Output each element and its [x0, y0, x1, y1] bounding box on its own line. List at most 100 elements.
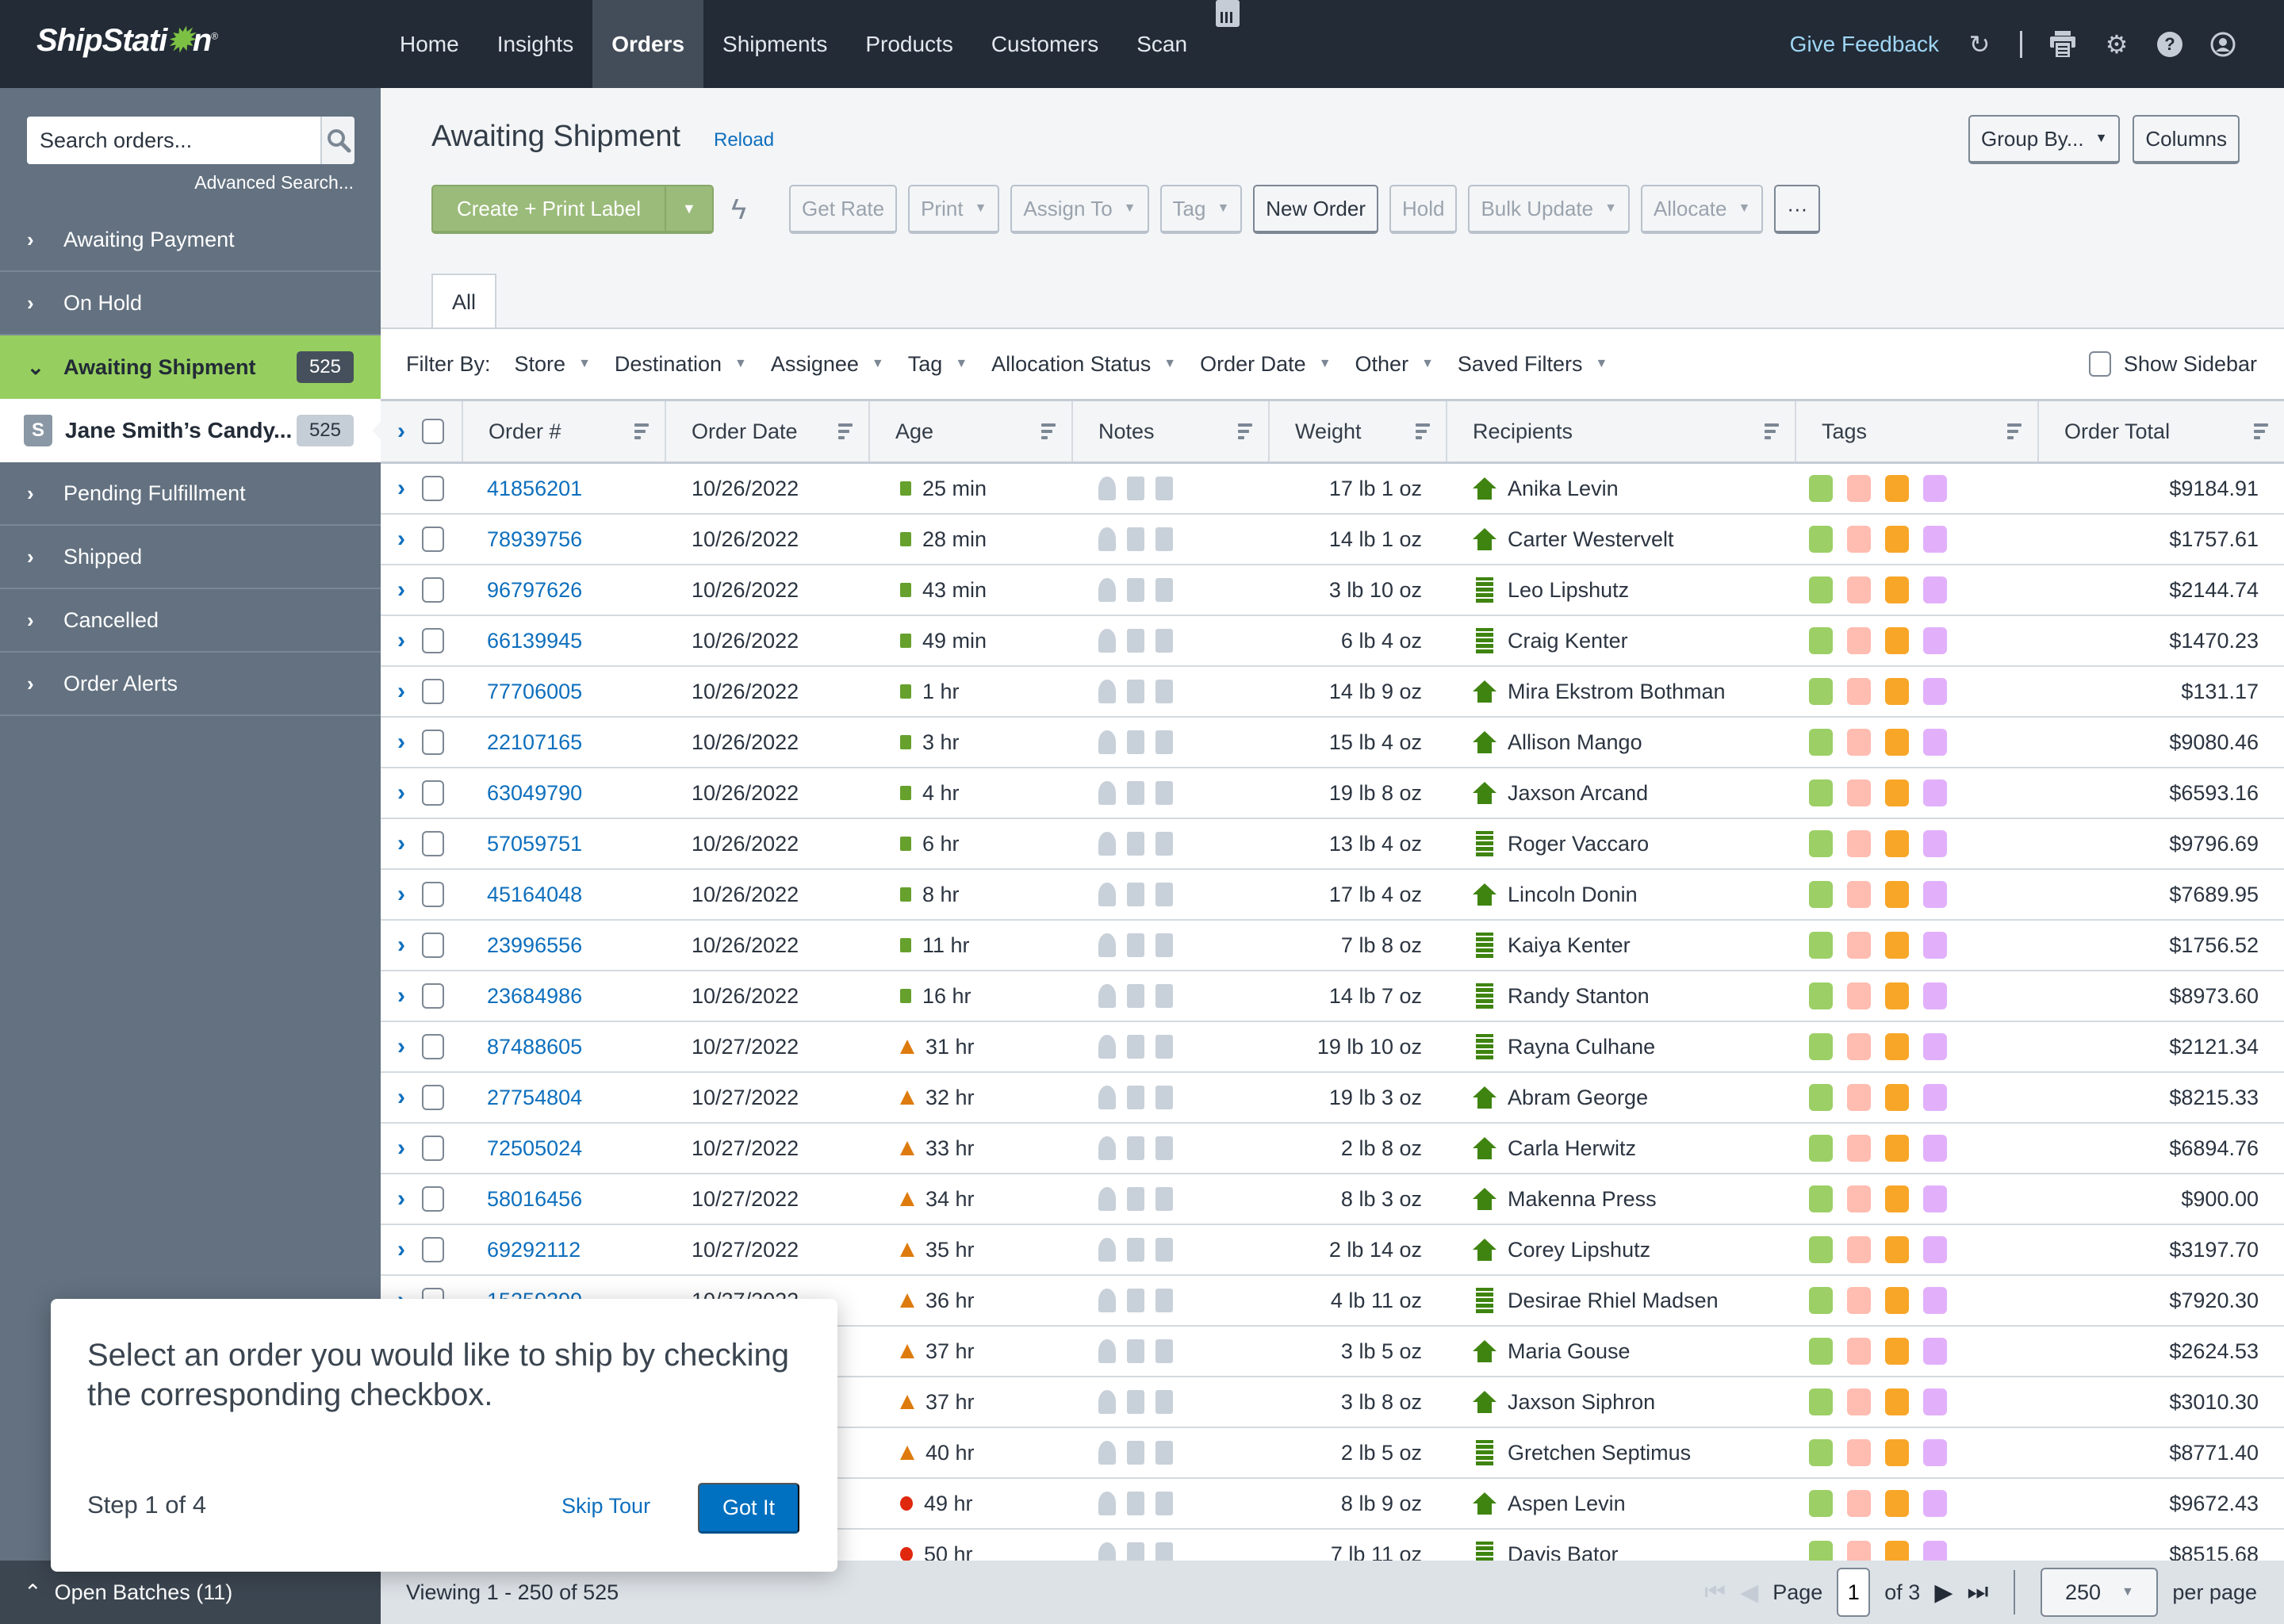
nav-products[interactable]: Products [846, 0, 972, 88]
tag-chip[interactable] [1923, 1135, 1947, 1162]
row-checkbox[interactable] [422, 730, 444, 755]
table-row[interactable]: › 87488605 10/27/2022 31 hr 19 lb 10 oz Rayna… [381, 1022, 2284, 1073]
tag-chip[interactable] [1885, 729, 1909, 756]
tag-chip[interactable] [1809, 779, 1833, 806]
nav-insights[interactable]: Insights [478, 0, 593, 88]
gift-note-icon[interactable] [1155, 680, 1173, 703]
tag-chip[interactable] [1809, 475, 1833, 502]
order-number-link[interactable]: 23684986 [463, 984, 666, 1009]
filter-saved-filters[interactable]: Saved Filters ▼ [1458, 352, 1608, 377]
tag-chip[interactable] [1923, 830, 1947, 857]
sidebar-item-shipped[interactable]: › Shipped [0, 526, 381, 589]
show-sidebar-toggle[interactable]: Show Sidebar [2088, 351, 2257, 377]
tag-chip[interactable] [1885, 779, 1909, 806]
filter-order-date[interactable]: Order Date ▼ [1200, 352, 1331, 377]
user-icon[interactable] [2209, 31, 2236, 58]
tag-chip[interactable] [1847, 1185, 1871, 1212]
tag-chip[interactable] [1923, 881, 1947, 908]
expand-row-icon[interactable]: › [381, 627, 422, 654]
order-number-link[interactable]: 22107165 [463, 730, 666, 755]
internal-note-icon[interactable] [1127, 1238, 1144, 1262]
gift-note-icon[interactable] [1155, 527, 1173, 551]
filter-tag[interactable]: Tag ▼ [908, 352, 968, 377]
sidebar-item-cancelled[interactable]: › Cancelled [0, 589, 381, 653]
customer-note-icon[interactable] [1098, 578, 1116, 602]
customer-note-icon[interactable] [1098, 933, 1116, 957]
order-number-link[interactable]: 87488605 [463, 1035, 666, 1059]
last-page-icon[interactable]: ⏭ [1967, 1579, 1988, 1606]
tag-chip[interactable] [1885, 526, 1909, 553]
tag-chip[interactable] [1847, 576, 1871, 603]
sort-icon[interactable] [1238, 423, 1252, 439]
order-number-link[interactable]: 78939756 [463, 527, 666, 552]
gift-note-icon[interactable] [1155, 1187, 1173, 1211]
tag-chip[interactable] [1923, 1236, 1947, 1263]
tag-chip[interactable] [1923, 982, 1947, 1009]
next-page-icon[interactable]: ▶ [1934, 1579, 1953, 1607]
internal-note-icon[interactable] [1127, 1390, 1144, 1414]
expand-row-icon[interactable]: › [381, 1135, 422, 1162]
print-button[interactable]: Print ▼ [908, 185, 1000, 234]
internal-note-icon[interactable] [1127, 781, 1144, 805]
tag-chip[interactable] [1885, 1236, 1909, 1263]
row-checkbox[interactable] [422, 831, 444, 856]
tag-chip[interactable] [1847, 830, 1871, 857]
tag-chip[interactable] [1847, 1135, 1871, 1162]
customer-note-icon[interactable] [1098, 1187, 1116, 1211]
internal-note-icon[interactable] [1127, 477, 1144, 500]
tag-chip[interactable] [1885, 1287, 1909, 1314]
refresh-icon[interactable]: ↻ [1966, 30, 1993, 59]
order-number-link[interactable]: 96797626 [463, 578, 666, 603]
lightning-bolt-icon[interactable]: ϟ [731, 193, 746, 226]
expand-row-icon[interactable]: › [381, 1236, 422, 1263]
tag-chip[interactable] [1885, 830, 1909, 857]
first-page-icon[interactable]: ⏮ [1704, 1579, 1726, 1606]
tag-chip[interactable] [1809, 678, 1833, 705]
column-header-weight[interactable]: Weight [1270, 401, 1447, 462]
hold-button[interactable]: Hold [1389, 185, 1458, 234]
tag-chip[interactable] [1885, 1033, 1909, 1060]
tag-chip[interactable] [1923, 729, 1947, 756]
internal-note-icon[interactable] [1127, 629, 1144, 653]
tag-chip[interactable] [1923, 1490, 1947, 1517]
tag-chip[interactable] [1885, 1135, 1909, 1162]
gift-note-icon[interactable] [1155, 1035, 1173, 1059]
order-number-link[interactable]: 58016456 [463, 1187, 666, 1212]
internal-note-icon[interactable] [1127, 730, 1144, 754]
select-all-checkbox[interactable] [422, 419, 444, 444]
tag-chip[interactable] [1923, 678, 1947, 705]
calculator-icon[interactable] [1216, 0, 1240, 27]
tag-chip[interactable] [1923, 1338, 1947, 1365]
filter-destination[interactable]: Destination ▼ [615, 352, 747, 377]
prev-page-icon[interactable]: ◀ [1740, 1579, 1758, 1607]
bulk-update-button[interactable]: Bulk Update ▼ [1468, 185, 1630, 234]
gift-note-icon[interactable] [1155, 933, 1173, 957]
order-number-link[interactable]: 57059751 [463, 832, 666, 856]
internal-note-icon[interactable] [1127, 527, 1144, 551]
internal-note-icon[interactable] [1127, 1339, 1144, 1363]
customer-note-icon[interactable] [1098, 1086, 1116, 1109]
order-number-link[interactable]: 69292112 [463, 1238, 666, 1262]
nav-customers[interactable]: Customers [972, 0, 1117, 88]
row-checkbox[interactable] [422, 1237, 444, 1262]
expand-all-icon[interactable]: › [381, 401, 422, 462]
expand-row-icon[interactable]: › [381, 881, 422, 908]
customer-note-icon[interactable] [1098, 629, 1116, 653]
gift-note-icon[interactable] [1155, 1289, 1173, 1312]
help-icon[interactable]: ? [2157, 31, 2182, 57]
column-header-recipients[interactable]: Recipients [1447, 401, 1796, 462]
printer-icon[interactable] [2049, 30, 2076, 58]
tag-chip[interactable] [1809, 1490, 1833, 1517]
internal-note-icon[interactable] [1127, 933, 1144, 957]
customer-note-icon[interactable] [1098, 984, 1116, 1008]
gift-note-icon[interactable] [1155, 1390, 1173, 1414]
sidebar-item-awaiting-payment[interactable]: › Awaiting Payment [0, 209, 381, 272]
give-feedback-link[interactable]: Give Feedback [1790, 32, 1939, 57]
tag-chip[interactable] [1847, 678, 1871, 705]
customer-note-icon[interactable] [1098, 1441, 1116, 1465]
table-row[interactable]: › 45164048 10/26/2022 8 hr 17 lb 4 oz Lincoln… [381, 870, 2284, 921]
row-checkbox[interactable] [422, 679, 444, 704]
gift-note-icon[interactable] [1155, 477, 1173, 500]
tag-chip[interactable] [1885, 932, 1909, 959]
row-checkbox[interactable] [422, 1085, 444, 1110]
